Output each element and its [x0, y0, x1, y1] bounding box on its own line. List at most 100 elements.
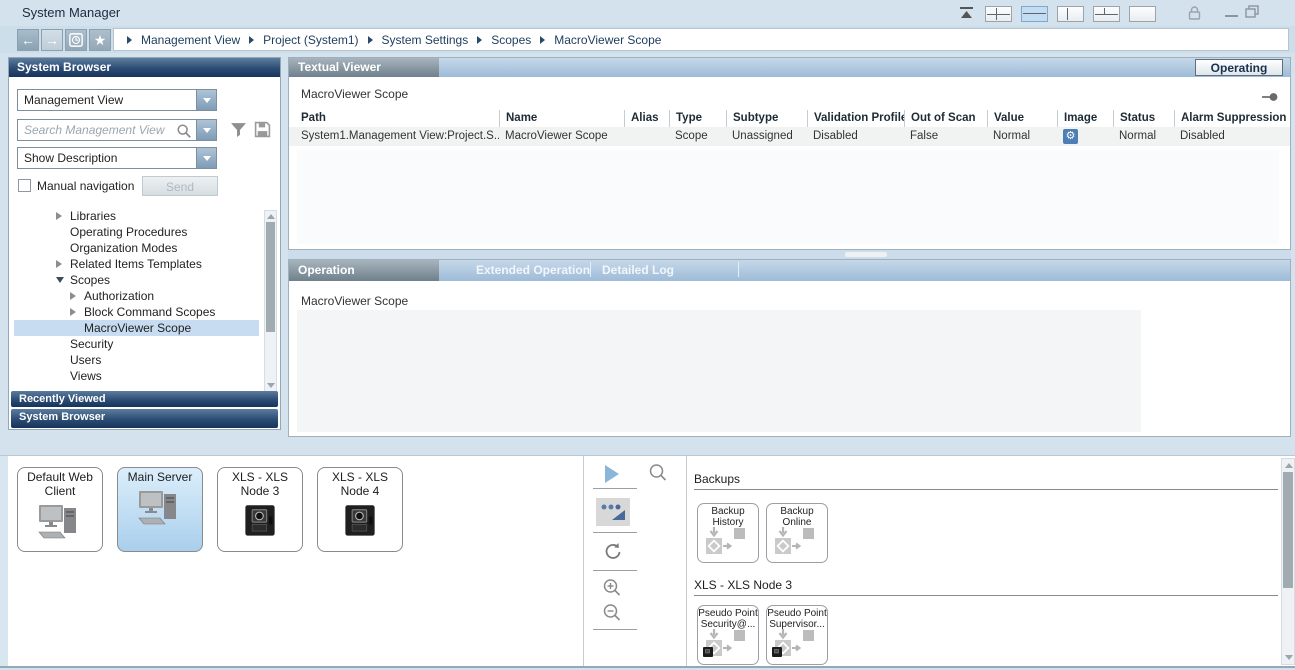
device-tile-xls-node-3[interactable]: XLS - XLS Node 3	[217, 467, 303, 552]
breadcrumb-item[interactable]: Project (System1)	[263, 33, 358, 47]
splitter-grip[interactable]	[845, 252, 887, 257]
col-alias[interactable]: Alias	[624, 110, 669, 127]
system-browser-bar[interactable]: System Browser	[11, 409, 278, 428]
toolbar-divider	[593, 629, 637, 630]
col-validation-profile[interactable]: Validation Profile	[807, 110, 904, 127]
breadcrumb-item[interactable]: Scopes	[491, 33, 531, 47]
panel-divider	[583, 456, 584, 666]
expand-arrow-icon[interactable]	[56, 212, 62, 220]
tree-item-macroviewer-scope[interactable]: MacroViewer Scope	[14, 320, 259, 336]
table-row[interactable]: System1.Management View:Project.S... Mac…	[289, 127, 1290, 146]
tree-item-operating-procedures[interactable]: Operating Procedures	[14, 224, 259, 240]
cell-image: ⚙	[1057, 127, 1113, 146]
history-icon[interactable]	[65, 29, 87, 51]
col-path[interactable]: Path	[289, 110, 499, 127]
recently-viewed-bar[interactable]: Recently Viewed	[11, 391, 278, 407]
gear-icon[interactable]: ⚙	[1063, 129, 1078, 144]
col-name[interactable]: Name	[499, 110, 624, 127]
layout-split-icon[interactable]	[1093, 6, 1120, 22]
run-macro-icon[interactable]	[605, 465, 619, 483]
chevron-down-icon[interactable]	[196, 120, 216, 140]
cell-validation-profile: Disabled	[807, 127, 904, 146]
view-select[interactable]: Management View	[17, 89, 217, 111]
scrollbar-thumb[interactable]	[1283, 472, 1293, 588]
system-browser-header: System Browser	[9, 58, 280, 77]
col-status[interactable]: Status	[1113, 110, 1174, 127]
refresh-icon[interactable]	[603, 541, 623, 566]
tree-item-scopes[interactable]: Scopes	[14, 272, 259, 288]
device-tile-default-web-client[interactable]: Default Web Client	[17, 467, 103, 552]
operation-content-area	[297, 310, 1141, 432]
device-tile-main-server[interactable]: Main Server	[117, 467, 203, 552]
tab-operation[interactable]: Operation	[289, 260, 439, 281]
macro-view-icon[interactable]	[596, 498, 630, 526]
group-rule	[694, 489, 1278, 490]
expand-arrow-icon[interactable]	[70, 292, 76, 300]
scrollbar-thumb[interactable]	[266, 222, 275, 332]
breadcrumb-item[interactable]: System Settings	[382, 33, 469, 47]
search-icon[interactable]	[648, 463, 668, 488]
tree-scrollbar[interactable]	[264, 210, 277, 392]
macro-panel-scrollbar[interactable]	[1281, 458, 1295, 665]
zoom-in-icon[interactable]	[602, 578, 622, 603]
save-icon[interactable]	[254, 121, 271, 143]
tree-item-views[interactable]: Views	[14, 368, 259, 384]
collapse-icon[interactable]	[958, 7, 975, 25]
tree-item-users[interactable]: Users	[14, 352, 259, 368]
chevron-down-icon[interactable]	[196, 148, 216, 168]
breadcrumb-item[interactable]: Management View	[141, 33, 240, 47]
zoom-out-icon[interactable]	[602, 603, 622, 628]
macro-tile-pseudo-point-supervisor[interactable]: Pseudo Point Supervisor...	[766, 605, 828, 665]
tree-item-security[interactable]: Security	[14, 336, 259, 352]
layout-quad-icon[interactable]	[985, 6, 1012, 22]
tree-item-organization-modes[interactable]: Organization Modes	[14, 240, 259, 256]
macro-tile-backup-history[interactable]: Backup History	[697, 503, 759, 563]
forward-button[interactable]: →	[41, 29, 63, 51]
tree-item-authorization[interactable]: Authorization	[14, 288, 259, 304]
system-browser-panel: System Browser Management View Show Desc…	[8, 57, 281, 430]
col-type[interactable]: Type	[669, 110, 726, 127]
operating-mode-button[interactable]: Operating	[1195, 59, 1283, 76]
tab-textual-viewer[interactable]: Textual Viewer	[289, 58, 439, 77]
chevron-down-icon[interactable]	[196, 90, 216, 110]
tab-detailed-log[interactable]: Detailed Log	[602, 263, 674, 277]
collapse-arrow-icon[interactable]	[56, 277, 64, 283]
macro-tile-pseudo-point-security[interactable]: Pseudo Point Security@...	[697, 605, 759, 665]
description-select[interactable]: Show Description	[17, 147, 217, 169]
scroll-up-icon[interactable]	[1285, 463, 1293, 468]
pane-splitter[interactable]	[288, 250, 1291, 259]
layout-columns-icon[interactable]	[1057, 6, 1084, 22]
filter-icon[interactable]	[230, 121, 247, 143]
tree-item-block-command-scopes[interactable]: Block Command Scopes	[14, 304, 259, 320]
layout-single-icon[interactable]	[1129, 6, 1156, 22]
pin-icon[interactable]	[1262, 89, 1278, 107]
layout-rows-icon[interactable]	[1021, 6, 1048, 22]
search-icon[interactable]	[176, 123, 192, 142]
scroll-up-icon[interactable]	[267, 214, 275, 219]
tree-item-libraries[interactable]: Libraries	[14, 208, 259, 224]
favorites-star-icon[interactable]: ★	[89, 29, 111, 51]
col-alarm-suppression[interactable]: Alarm Suppression	[1174, 110, 1290, 127]
scroll-down-icon[interactable]	[267, 383, 275, 388]
restore-icon[interactable]	[1245, 5, 1260, 24]
tree-item-related-items-templates[interactable]: Related Items Templates	[14, 256, 259, 272]
macro-tile-backup-online[interactable]: Backup Online	[766, 503, 828, 563]
expand-arrow-icon[interactable]	[70, 308, 76, 316]
col-value[interactable]: Value	[987, 110, 1057, 127]
tab-extended-operation[interactable]: Extended Operation	[476, 263, 590, 277]
device-tile-xls-node-4[interactable]: XLS - XLS Node 4	[317, 467, 403, 552]
manual-navigation-label: Manual navigation	[37, 179, 134, 193]
send-button[interactable]: Send	[142, 176, 218, 196]
table-empty-area	[297, 150, 1279, 244]
toolbar-divider	[593, 488, 637, 489]
back-button[interactable]: ←	[17, 29, 39, 51]
expand-arrow-icon[interactable]	[56, 260, 62, 268]
minimize-icon[interactable]	[1225, 15, 1238, 17]
breadcrumb-item[interactable]: MacroViewer Scope	[554, 33, 661, 47]
scroll-down-icon[interactable]	[1285, 655, 1293, 660]
col-out-of-scan[interactable]: Out of Scan	[904, 110, 987, 127]
cell-type: Scope	[669, 127, 726, 146]
manual-navigation-checkbox[interactable]	[18, 179, 31, 192]
col-subtype[interactable]: Subtype	[726, 110, 807, 127]
col-image[interactable]: Image	[1057, 110, 1113, 127]
